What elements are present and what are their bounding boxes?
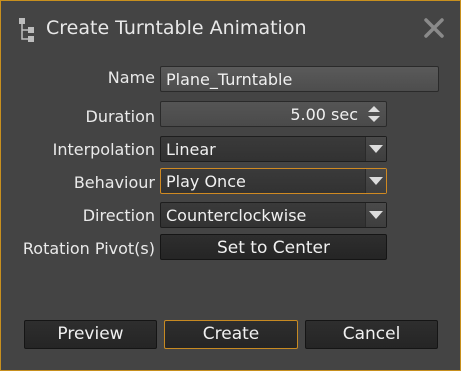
name-value: Plane_Turntable (166, 70, 293, 89)
preview-button[interactable]: Preview (24, 320, 157, 349)
duration-value: 5.00 sec (290, 105, 358, 124)
direction-label: Direction (82, 206, 155, 225)
tree-hierarchy-icon (19, 18, 34, 42)
chevron-down-icon[interactable] (365, 203, 386, 227)
spin-arrows-icon[interactable] (365, 104, 383, 124)
interpolation-label: Interpolation (52, 140, 155, 159)
chevron-down-icon[interactable] (365, 169, 386, 193)
duration-spinbox[interactable]: 5.00 sec (160, 101, 387, 127)
direction-dropdown[interactable]: Counterclockwise (160, 202, 387, 228)
create-button[interactable]: Create (164, 320, 298, 349)
name-label: Name (107, 68, 155, 87)
interpolation-value: Linear (166, 140, 216, 159)
chevron-down-icon[interactable] (365, 137, 386, 161)
interpolation-dropdown[interactable]: Linear (160, 136, 387, 162)
rotation-pivot-label: Rotation Pivot(s) (22, 239, 155, 258)
title-bar[interactable]: Create Turntable Animation (1, 1, 460, 55)
behaviour-label: Behaviour (73, 173, 155, 192)
direction-value: Counterclockwise (166, 206, 307, 225)
cancel-button[interactable]: Cancel (305, 320, 438, 349)
duration-label: Duration (85, 107, 156, 126)
behaviour-dropdown[interactable]: Play Once (160, 168, 387, 194)
set-to-center-button[interactable]: Set to Center (160, 234, 387, 260)
create-turntable-dialog: Create Turntable Animation Name Plane_Tu… (0, 0, 461, 371)
dialog-title: Create Turntable Animation (46, 17, 307, 39)
close-icon[interactable] (421, 15, 447, 41)
behaviour-value: Play Once (166, 172, 246, 191)
name-field[interactable]: Plane_Turntable (160, 66, 439, 92)
